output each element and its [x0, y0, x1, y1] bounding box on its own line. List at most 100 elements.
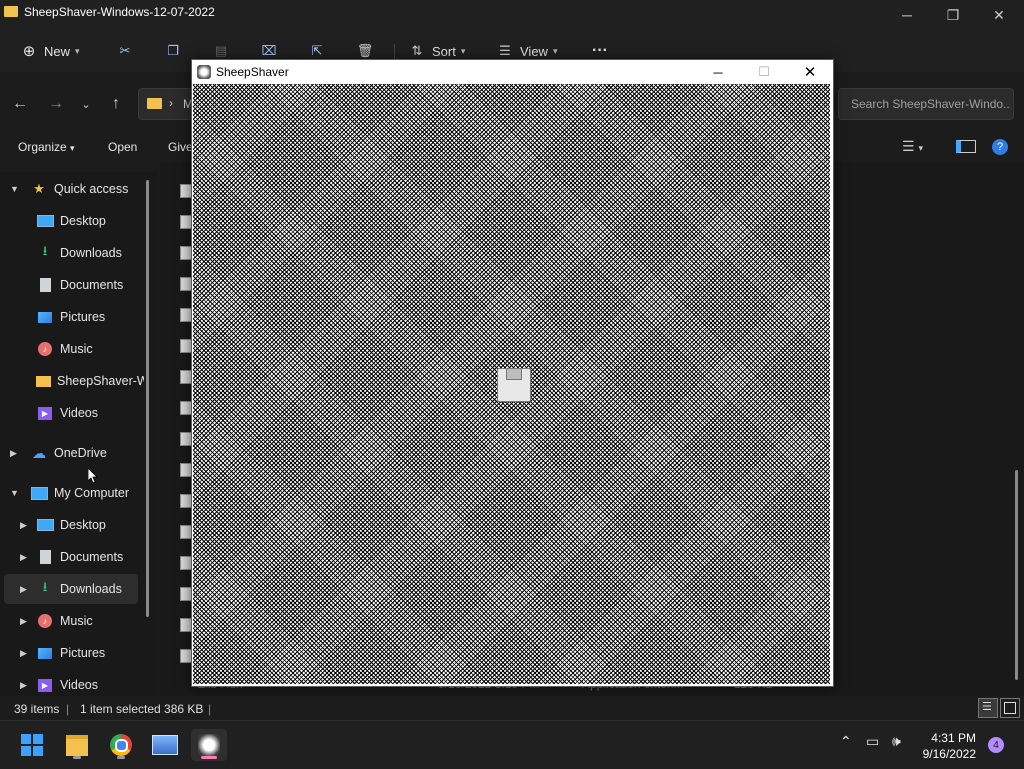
sidebar-item-label: Music: [60, 614, 93, 628]
cut-button[interactable]: ✂: [116, 38, 140, 64]
sort-label: Sort: [432, 43, 456, 59]
back-arrow-icon[interactable]: ←: [8, 92, 32, 116]
copy-button[interactable]: ❐: [164, 38, 188, 64]
chevron-right-icon[interactable]: ▶: [10, 448, 17, 459]
chevron-right-icon[interactable]: ▶: [20, 680, 27, 691]
document-icon: [36, 549, 54, 565]
floppy-disk-icon[interactable]: [497, 368, 531, 402]
chevron-down-icon: ▾: [70, 143, 75, 153]
sheepshaver-title-bar[interactable]: SheepShaver ─ ☐ ✕: [192, 60, 833, 84]
chevron-right-icon[interactable]: ▶: [20, 584, 27, 595]
download-icon: ⭳: [42, 243, 48, 258]
download-icon: ⭳: [42, 579, 48, 594]
sidebar-item-my-computer[interactable]: My Computer: [30, 478, 129, 508]
mac-desktop-pattern[interactable]: [193, 84, 830, 684]
computer-icon: [30, 485, 48, 501]
folder-icon: [147, 98, 162, 109]
taskbar-file-explorer[interactable]: [59, 729, 95, 761]
taskbar-photos[interactable]: [147, 729, 183, 761]
sidebar-item-pc-videos[interactable]: ▶ Videos: [36, 670, 98, 696]
chevron-right-icon[interactable]: ▶: [20, 520, 27, 531]
sidebar-item-pictures[interactable]: Pictures 📌: [36, 302, 146, 332]
network-icon[interactable]: ▭: [866, 733, 879, 750]
sidebar-item-desktop[interactable]: Desktop 📌: [36, 206, 146, 236]
new-label: New: [44, 43, 71, 59]
sheepshaver-minimize-button[interactable]: ─: [695, 60, 741, 84]
file-list-scrollbar[interactable]: [1015, 470, 1018, 680]
sheepshaver-maximize-button[interactable]: ☐: [741, 60, 787, 84]
search-placeholder: Search SheepShaver-Windo...: [851, 97, 1011, 111]
taskbar-chrome[interactable]: [103, 729, 139, 761]
chevron-down-icon[interactable]: ▼: [10, 488, 19, 498]
sidebar-item-label: Videos: [60, 406, 98, 420]
share-icon: ⇱: [311, 43, 323, 58]
new-button[interactable]: ⊕ New ▾: [20, 38, 80, 64]
sheepshaver-window[interactable]: SheepShaver ─ ☐ ✕: [191, 59, 834, 687]
clock-date: 9/16/2022: [922, 747, 976, 761]
show-hidden-icons-chevron-icon[interactable]: ⌃: [840, 733, 852, 750]
start-button[interactable]: [14, 729, 50, 761]
chrome-icon: [110, 734, 132, 756]
details-view-button[interactable]: ☰: [978, 698, 998, 718]
folder-icon: [66, 734, 88, 756]
give-access-menu[interactable]: Give: [168, 140, 193, 154]
sidebar-scrollbar[interactable]: [146, 180, 149, 617]
sheep-app-icon: [197, 65, 211, 79]
search-input[interactable]: Search SheepShaver-Windo...: [838, 88, 1014, 120]
organize-menu[interactable]: Organize ▾: [18, 140, 75, 154]
chevron-down-icon[interactable]: ▼: [10, 184, 19, 194]
active-indicator: [201, 756, 217, 759]
close-button[interactable]: ✕: [976, 0, 1022, 30]
tiles-view-button[interactable]: [1000, 698, 1020, 718]
open-menu[interactable]: Open: [108, 140, 137, 154]
sidebar-item-pc-music[interactable]: ♪ Music: [36, 606, 93, 636]
volume-icon[interactable]: 🕪: [892, 733, 901, 750]
details-pane-icon[interactable]: ☰ ▾: [902, 138, 923, 155]
taskbar-sheepshaver[interactable]: [191, 729, 227, 761]
details-view-icon: ☰: [982, 701, 992, 713]
desktop-icon: [36, 517, 54, 533]
running-indicator: [117, 756, 125, 759]
sidebar-item-pc-downloads[interactable]: ⭳ Downloads: [36, 574, 122, 604]
pictures-icon: [36, 309, 54, 325]
sheepshaver-close-button[interactable]: ✕: [787, 60, 833, 84]
chevron-right-icon[interactable]: ▶: [20, 616, 27, 627]
scissors-icon: ✂: [119, 43, 131, 58]
sidebar-item-downloads[interactable]: ⭳ Downloads 📌: [36, 238, 146, 268]
sidebar-item-label: Documents: [60, 550, 124, 564]
running-indicator: [73, 756, 81, 759]
recent-locations-chevron-icon[interactable]: ⌄: [74, 92, 98, 116]
mouse-cursor-icon: [88, 468, 98, 484]
notification-badge[interactable]: 4: [988, 737, 1004, 753]
minimize-button[interactable]: ─: [884, 0, 930, 30]
sidebar-item-music[interactable]: ♪ Music: [36, 334, 93, 364]
sidebar-item-label: My Computer: [54, 486, 130, 500]
forward-arrow-icon[interactable]: →: [44, 92, 68, 116]
help-icon[interactable]: ?: [992, 139, 1008, 155]
taskbar-clock[interactable]: 4:31 PM 9/16/2022: [918, 730, 976, 762]
sidebar-item-label: Desktop: [60, 214, 106, 228]
rename-icon: ⌧: [261, 43, 277, 58]
breadcrumb-chevron-icon: ›: [169, 96, 173, 110]
sheepshaver-title: SheepShaver: [216, 65, 289, 79]
divider: |: [208, 702, 212, 716]
sidebar-item-pc-pictures[interactable]: Pictures: [36, 638, 105, 668]
photos-icon: [152, 735, 178, 755]
up-arrow-icon[interactable]: ↑: [104, 92, 128, 116]
sidebar-item-label: Desktop: [60, 518, 106, 532]
sidebar-item-pc-desktop[interactable]: Desktop: [36, 510, 106, 540]
sidebar-item-documents[interactable]: Documents 📌: [36, 270, 146, 300]
desktop-icon: [36, 213, 54, 229]
sidebar-item-sheepshaver-folder[interactable]: SheepShaver-W: [36, 366, 144, 396]
sidebar-item-label: SheepShaver-W: [57, 374, 144, 388]
sidebar-item-videos[interactable]: ▶ Videos: [36, 398, 98, 428]
sidebar-item-label: Quick access: [54, 182, 129, 196]
preview-pane-icon[interactable]: [956, 140, 976, 153]
chevron-right-icon[interactable]: ▶: [20, 552, 27, 563]
sheep-app-icon: [198, 734, 220, 756]
sidebar-item-onedrive[interactable]: ☁ OneDrive: [30, 438, 107, 468]
chevron-right-icon[interactable]: ▶: [20, 648, 27, 659]
maximize-button[interactable]: ❐: [930, 0, 976, 30]
sidebar-item-quick-access[interactable]: ★ Quick access: [30, 174, 128, 204]
sidebar-item-pc-documents[interactable]: Documents: [36, 542, 123, 572]
